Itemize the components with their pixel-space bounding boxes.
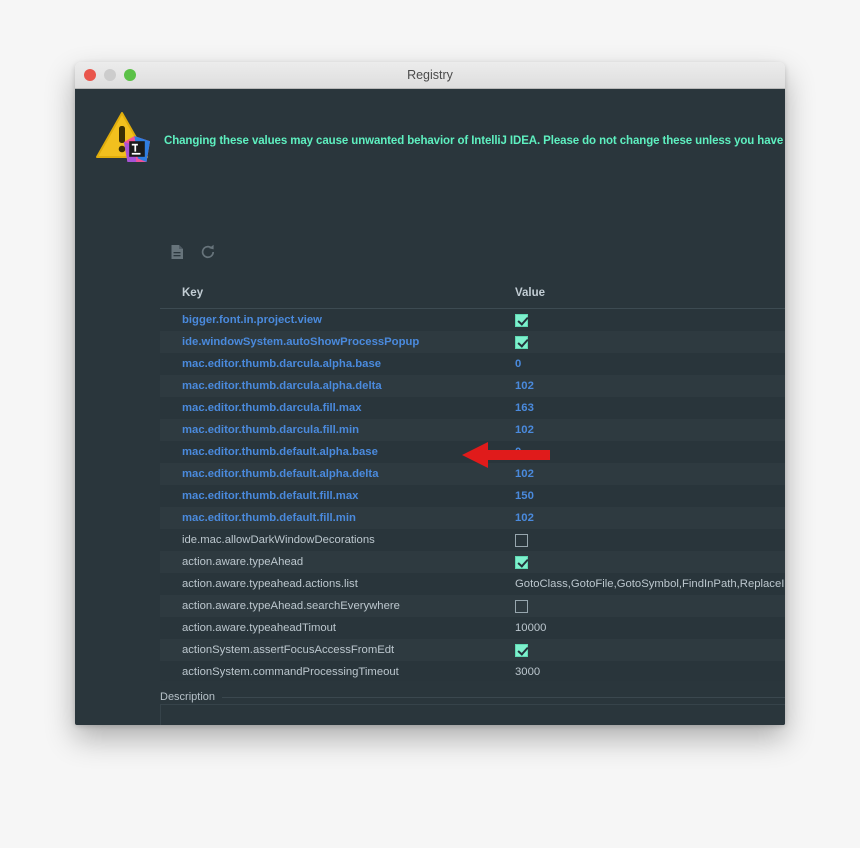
registry-value-cell[interactable]: 102 (515, 380, 785, 392)
registry-value-cell[interactable] (515, 533, 785, 547)
registry-value-cell[interactable] (515, 335, 785, 349)
revert-to-default-icon[interactable] (198, 242, 218, 262)
registry-value-cell[interactable]: 102 (515, 468, 785, 480)
checkbox-unchecked[interactable] (515, 533, 528, 547)
separator-line (222, 696, 785, 698)
window-title: Registry (407, 68, 453, 82)
registry-key-cell: mac.editor.thumb.default.alpha.base (182, 446, 378, 458)
registry-key-cell: actionSystem.commandProcessingTimeout (182, 666, 399, 678)
edit-value-icon[interactable] (167, 242, 187, 262)
registry-key-cell: ide.mac.allowDarkWindowDecorations (182, 534, 375, 546)
registry-toolbar (167, 242, 218, 262)
registry-key-cell: mac.editor.thumb.darcula.alpha.delta (182, 380, 382, 392)
table-row[interactable]: actionSystem.commandProcessingTimeout 300… (160, 661, 785, 681)
checkbox-checked[interactable] (515, 335, 528, 349)
window-body: Changing these values may cause unwanted… (75, 89, 785, 725)
column-header-value[interactable]: Value (515, 287, 785, 299)
screenshot-stage: Registry Changing these values may cause… (0, 0, 860, 848)
checkbox-checked[interactable] (515, 555, 528, 569)
registry-key-cell: action.aware.typeaheadTimout (182, 622, 337, 634)
warning-icon-group (95, 111, 153, 165)
table-row[interactable]: ide.windowSystem.autoShowProcessPopup (160, 331, 785, 353)
table-row[interactable]: mac.editor.thumb.darcula.fill.min 102 (160, 419, 785, 441)
registry-value-cell[interactable] (515, 555, 785, 569)
table-row[interactable]: mac.editor.thumb.default.fill.min 102 (160, 507, 785, 529)
table-row[interactable]: ide.mac.allowDarkWindowDecorations (160, 529, 785, 551)
intellij-idea-logo-icon (124, 136, 150, 162)
registry-window: Registry Changing these values may cause… (75, 62, 785, 725)
registry-key-cell: mac.editor.thumb.default.fill.max (182, 490, 359, 502)
table-row[interactable]: mac.editor.thumb.darcula.alpha.delta 102 (160, 375, 785, 397)
description-separator: Description (160, 691, 785, 703)
table-body: bigger.font.in.project.view ide.windowSys… (160, 309, 785, 681)
registry-key-cell: mac.editor.thumb.darcula.alpha.base (182, 358, 382, 370)
registry-value-cell[interactable] (515, 643, 785, 657)
table-row[interactable]: action.aware.typeaheadTimout 10000 (160, 617, 785, 639)
table-header-row: Key Value (160, 277, 785, 309)
registry-value-cell[interactable]: 3000 (515, 666, 785, 678)
table-row[interactable]: bigger.font.in.project.view (160, 309, 785, 331)
registry-key-cell: mac.editor.thumb.darcula.fill.min (182, 424, 360, 436)
table-row[interactable]: actionSystem.assertFocusAccessFromEdt (160, 639, 785, 661)
registry-key-cell: action.aware.typeahead.actions.list (182, 578, 358, 590)
window-titlebar: Registry (75, 62, 785, 89)
window-controls (84, 62, 136, 88)
registry-value-cell[interactable] (515, 313, 785, 327)
registry-value-cell[interactable]: GotoClass,GotoFile,GotoSymbol,FindInPath… (515, 578, 785, 590)
table-row[interactable]: mac.editor.thumb.default.alpha.delta 102 (160, 463, 785, 485)
warning-message: Changing these values may cause unwanted… (164, 135, 785, 147)
registry-value-cell[interactable]: 0 (515, 446, 785, 458)
registry-value-cell[interactable]: 163 (515, 402, 785, 414)
close-window-button[interactable] (84, 69, 96, 81)
registry-key-cell: action.aware.typeAhead.searchEverywhere (182, 600, 400, 612)
registry-key-cell: mac.editor.thumb.default.fill.min (182, 512, 356, 524)
checkbox-checked[interactable] (515, 643, 528, 657)
description-textarea[interactable] (160, 704, 785, 725)
registry-key-cell: mac.editor.thumb.darcula.fill.max (182, 402, 362, 414)
warning-banner: Changing these values may cause unwanted… (75, 89, 785, 169)
table-row[interactable]: action.aware.typeAhead (160, 551, 785, 573)
registry-key-cell: action.aware.typeAhead (182, 556, 304, 568)
minimize-window-button[interactable] (104, 69, 116, 81)
description-label: Description (160, 691, 216, 703)
registry-key-cell: actionSystem.assertFocusAccessFromEdt (182, 644, 395, 656)
table-row[interactable]: action.aware.typeAhead.searchEverywhere (160, 595, 785, 617)
registry-key-cell: ide.windowSystem.autoShowProcessPopup (182, 336, 420, 348)
column-header-key[interactable]: Key (160, 287, 515, 299)
registry-value-cell[interactable]: 10000 (515, 622, 785, 634)
zoom-window-button[interactable] (124, 69, 136, 81)
registry-key-cell: bigger.font.in.project.view (182, 314, 322, 326)
registry-value-cell[interactable]: 150 (515, 490, 785, 502)
registry-value-cell[interactable]: 0 (515, 358, 785, 370)
registry-value-cell[interactable]: 102 (515, 424, 785, 436)
table-row[interactable]: mac.editor.thumb.default.alpha.base 0 (160, 441, 785, 463)
registry-value-cell[interactable] (515, 599, 785, 613)
checkbox-checked[interactable] (515, 313, 528, 327)
registry-key-cell: mac.editor.thumb.default.alpha.delta (182, 468, 379, 480)
table-row[interactable]: action.aware.typeahead.actions.list GotoC… (160, 573, 785, 595)
table-row[interactable]: mac.editor.thumb.darcula.alpha.base 0 (160, 353, 785, 375)
checkbox-unchecked[interactable] (515, 599, 528, 613)
table-row[interactable]: mac.editor.thumb.darcula.fill.max 163 (160, 397, 785, 419)
registry-value-cell[interactable]: 102 (515, 512, 785, 524)
table-row[interactable]: mac.editor.thumb.default.fill.max 150 (160, 485, 785, 507)
registry-table[interactable]: Key Value bigger.font.in.project.view ide… (160, 277, 785, 681)
